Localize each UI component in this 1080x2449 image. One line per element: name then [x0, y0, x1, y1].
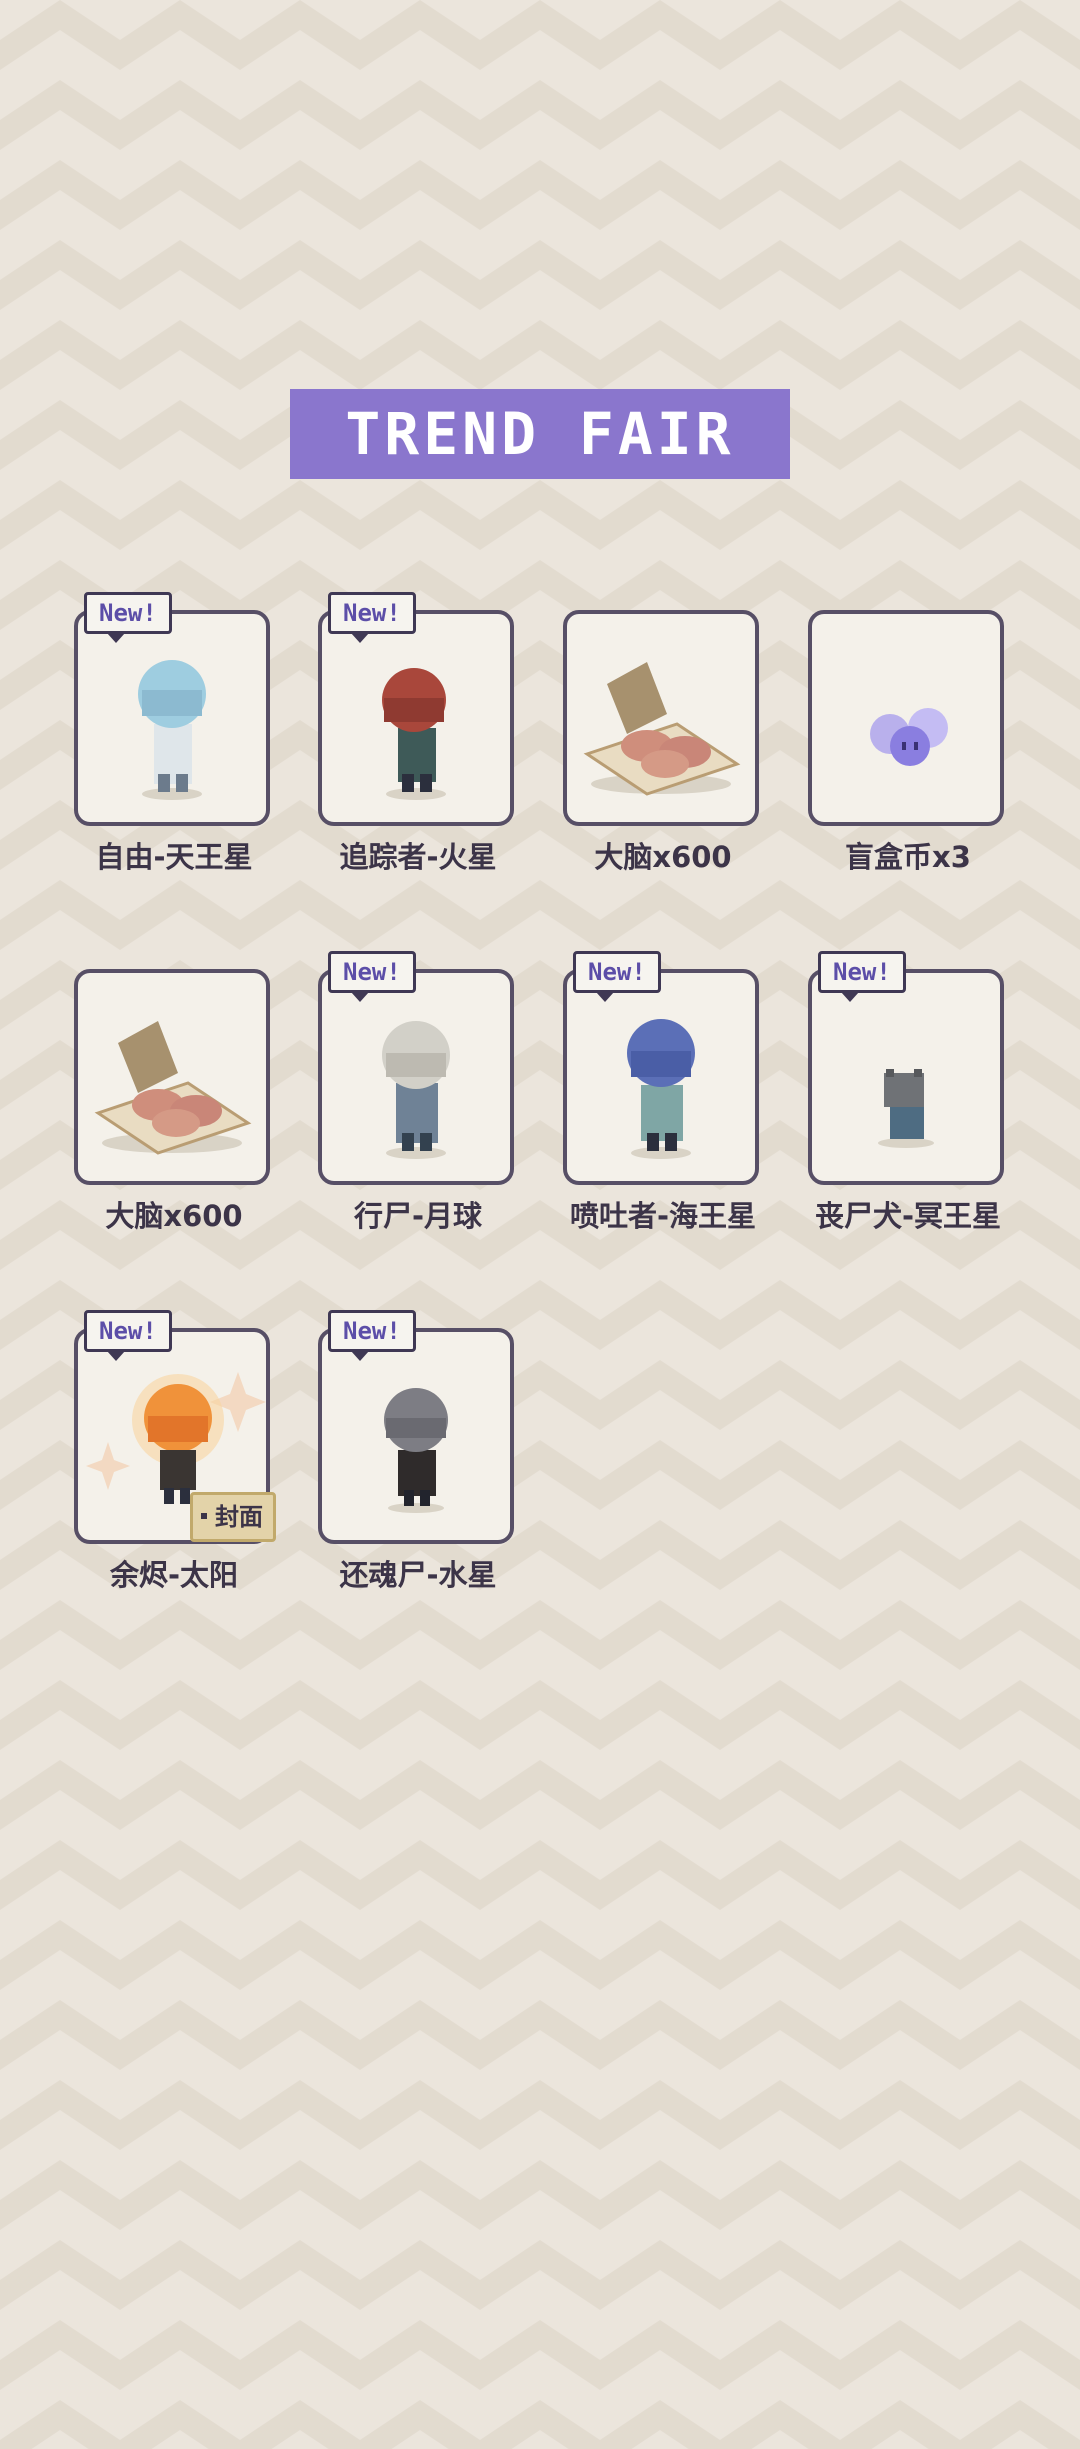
reward-item-6[interactable]: New! 行尸-月球	[318, 951, 518, 1233]
reward-item-1[interactable]: New! 自由-天王星	[74, 592, 274, 874]
reward-item-7[interactable]: New! 喷吐者-海王星	[563, 951, 763, 1233]
blind-box-coin-icon	[870, 708, 948, 766]
item-label: 还魂尸-水星	[339, 1558, 497, 1592]
new-badge: New!	[573, 951, 661, 1002]
item-card[interactable]: New!	[318, 1310, 514, 1544]
new-badge: New!	[84, 1310, 172, 1361]
item-card[interactable]	[74, 969, 270, 1185]
item-label: 喷吐者-海王星	[569, 1199, 757, 1233]
reward-item-4[interactable]: 盲盒币x3	[808, 592, 1008, 874]
reward-item-10[interactable]: New! 还魂尸-水星	[318, 1310, 518, 1592]
item-label: 追踪者-火星	[339, 840, 497, 874]
trend-fair-banner: TREND FAIR	[290, 389, 790, 479]
item-card[interactable]	[563, 610, 759, 826]
reward-item-5[interactable]: 大脑x600	[74, 951, 274, 1233]
new-badge: New!	[328, 592, 416, 643]
character-blue-hair-icon	[627, 1019, 695, 1159]
zombie-dog-icon	[878, 1069, 934, 1148]
brain-box-icon	[583, 662, 741, 796]
item-label: 大脑x600	[105, 1199, 243, 1233]
brain-box-icon	[94, 1021, 252, 1155]
cover-tag: 封面	[190, 1492, 276, 1542]
item-label: 余烬-太阳	[109, 1558, 239, 1592]
item-card[interactable]: New!	[318, 592, 514, 826]
character-pale-blue-icon	[138, 660, 206, 800]
reward-item-3[interactable]: 大脑x600	[563, 592, 763, 874]
item-card[interactable]	[808, 610, 1004, 826]
character-red-hair-icon	[382, 668, 446, 800]
character-dark-hair-icon	[384, 1388, 448, 1513]
character-grey-hair-icon	[382, 1021, 450, 1159]
item-label: 大脑x600	[594, 840, 732, 874]
item-card[interactable]: New!	[74, 592, 270, 826]
item-label: 丧尸犬-冥王星	[814, 1199, 1002, 1233]
item-label: 盲盒币x3	[845, 840, 971, 874]
item-label: 自由-天王星	[95, 840, 253, 874]
reward-item-9[interactable]: New! 封面 余烬-太阳	[74, 1310, 276, 1592]
new-badge: New!	[328, 1310, 416, 1361]
item-label: 行尸-月球	[353, 1199, 483, 1233]
new-badge: New!	[328, 951, 416, 1002]
new-badge: New!	[818, 951, 906, 1002]
item-card[interactable]: New! 封面	[74, 1310, 276, 1544]
item-card[interactable]: New!	[318, 951, 514, 1185]
reward-item-8[interactable]: New! 丧尸犬-冥王星	[808, 951, 1008, 1233]
reward-item-2[interactable]: New! 追踪者-火星	[318, 592, 518, 874]
new-badge: New!	[84, 592, 172, 643]
item-card[interactable]: New!	[563, 951, 759, 1185]
page-title: TREND FAIR	[345, 400, 735, 468]
item-card[interactable]: New!	[808, 951, 1004, 1185]
